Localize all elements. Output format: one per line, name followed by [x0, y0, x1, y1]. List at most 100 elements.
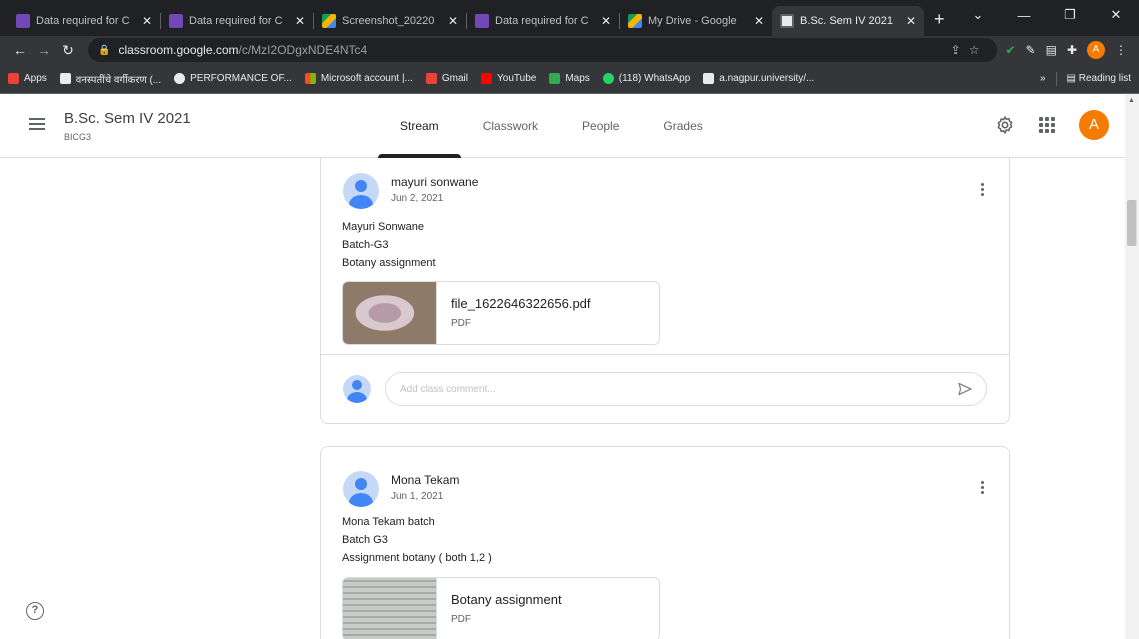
- puzzle-icon[interactable]: ✚: [1067, 43, 1077, 57]
- post-date: Jun 1, 2021: [391, 491, 444, 502]
- scrollbar-thumb[interactable]: [1127, 200, 1137, 246]
- doc-icon: [703, 73, 715, 84]
- tab-classwork[interactable]: Classwork: [461, 94, 560, 157]
- maps-icon: [549, 73, 561, 84]
- post-text-line: Batch-G3: [342, 239, 389, 251]
- close-icon[interactable]: ✕: [448, 14, 458, 28]
- more-options-icon[interactable]: [981, 481, 985, 494]
- more-options-icon[interactable]: [981, 183, 985, 196]
- attachment-type: PDF: [451, 614, 471, 625]
- bookmark-item[interactable]: PERFORMANCE OF...: [174, 73, 292, 84]
- extension-icon[interactable]: ✎: [1026, 43, 1036, 57]
- more-menu-icon[interactable]: ⋮: [1115, 43, 1127, 57]
- attachment-card[interactable]: Botany assignment PDF: [342, 577, 660, 639]
- tab-title: Data required for C: [189, 15, 283, 27]
- forms-icon: [475, 14, 489, 28]
- close-icon[interactable]: ✕: [601, 14, 611, 28]
- address-toolbar: ← → ↻ 🔒 classroom.google.com/c/MzI2ODgxN…: [0, 36, 1139, 64]
- close-icon[interactable]: ✕: [295, 14, 305, 28]
- post-text-line: Mayuri Sonwane: [342, 221, 424, 233]
- tab-title: My Drive - Google: [648, 15, 737, 27]
- tab-title: Data required for C: [495, 15, 589, 27]
- browser-tab-strip: Data required for C ✕ Data required for …: [0, 0, 1139, 36]
- tab-people[interactable]: People: [560, 94, 641, 157]
- bookmark-maps[interactable]: Maps: [549, 73, 590, 84]
- bookmark-gmail[interactable]: Gmail: [425, 73, 468, 84]
- post-text-line: Mona Tekam batch: [342, 516, 435, 528]
- extensions-area: ✔ ✎ ▤ ✚ A ⋮: [1005, 41, 1131, 59]
- tab-stream[interactable]: Stream: [378, 94, 461, 158]
- url-bar[interactable]: 🔒 classroom.google.com/c/MzI2ODgxNDE4NTc…: [88, 38, 998, 62]
- classroom-header: B.Sc. Sem IV 2021 BICG3 Stream Classwork…: [0, 94, 1139, 158]
- close-icon[interactable]: ✕: [754, 14, 764, 28]
- window-close-icon[interactable]: ✕: [1093, 7, 1139, 23]
- scroll-up-icon[interactable]: ▲: [1128, 97, 1135, 104]
- tab-grades[interactable]: Grades: [641, 94, 724, 157]
- gear-icon[interactable]: [995, 115, 1015, 135]
- attachment-title: Botany assignment: [451, 592, 562, 607]
- post-text-line: Assignment botany ( both 1,2 ): [342, 552, 492, 564]
- class-comment-input[interactable]: [385, 372, 987, 406]
- browser-tab[interactable]: My Drive - Google ✕: [620, 6, 772, 36]
- browser-tab-active[interactable]: B.Sc. Sem IV 2021 ✕: [772, 6, 924, 36]
- close-icon[interactable]: ✕: [142, 14, 152, 28]
- bookmark-youtube[interactable]: YouTube: [481, 73, 536, 84]
- new-tab-icon[interactable]: +: [934, 9, 945, 30]
- back-icon[interactable]: ←: [8, 42, 32, 58]
- tab-title: Data required for C: [36, 15, 130, 27]
- attachment-title: file_1622646322656.pdf: [451, 296, 591, 311]
- author-avatar: [343, 173, 379, 209]
- share-bookmark-icons[interactable]: ⇪☆: [951, 43, 988, 57]
- bookmark-item[interactable]: a.nagpur.university/...: [703, 73, 814, 84]
- extension-icon[interactable]: ▤: [1046, 43, 1057, 57]
- tab-search-icon[interactable]: ⌄: [955, 7, 1001, 23]
- whatsapp-icon: [602, 73, 614, 84]
- send-icon[interactable]: [957, 381, 973, 397]
- class-tabs: Stream Classwork People Grades: [378, 94, 725, 158]
- tab-title: Screenshot_20220: [342, 15, 435, 27]
- announcement-card: Mona Tekam Jun 1, 2021 Mona Tekam batch …: [320, 446, 1010, 639]
- forms-icon: [169, 14, 183, 28]
- bookmark-item[interactable]: वनस्पतींचे वर्गीकरण (...: [59, 72, 161, 86]
- browser-tab[interactable]: Data required for C ✕: [161, 6, 313, 36]
- page-scrollbar[interactable]: ▲: [1125, 94, 1139, 639]
- bookmarks-bar: Apps वनस्पतींचे वर्गीकरण (... PERFORMANC…: [0, 64, 1139, 94]
- comment-row: [321, 354, 1009, 424]
- close-icon[interactable]: ✕: [906, 14, 916, 28]
- browser-tab[interactable]: Data required for C ✕: [467, 6, 619, 36]
- lock-icon[interactable]: 🔒: [98, 45, 110, 56]
- bookmark-item[interactable]: Microsoft account |...: [304, 73, 413, 84]
- attachment-card[interactable]: file_1622646322656.pdf PDF: [342, 281, 660, 345]
- drive-icon: [628, 14, 642, 28]
- class-section: BICG3: [64, 132, 92, 142]
- bookmark-apps[interactable]: Apps: [8, 73, 47, 84]
- help-icon[interactable]: ?: [26, 602, 44, 620]
- hamburger-menu-icon[interactable]: [29, 118, 45, 130]
- profile-avatar[interactable]: A: [1087, 41, 1105, 59]
- author-avatar: [343, 471, 379, 507]
- class-title[interactable]: B.Sc. Sem IV 2021: [64, 110, 191, 127]
- reading-list-button[interactable]: ▤ Reading list: [1067, 73, 1132, 84]
- apps-grid-icon: [8, 73, 19, 84]
- reload-icon[interactable]: ↻: [56, 42, 80, 59]
- url-host: classroom.google.com: [118, 43, 239, 57]
- commenter-avatar: [343, 375, 371, 403]
- attachment-type: PDF: [451, 318, 471, 329]
- forward-icon[interactable]: →: [32, 42, 56, 58]
- attachment-thumbnail: [343, 282, 437, 344]
- microsoft-icon: [304, 73, 316, 84]
- extension-check-icon[interactable]: ✔: [1005, 43, 1015, 57]
- author-name: mayuri sonwane: [391, 175, 479, 189]
- restore-icon[interactable]: ❐: [1047, 7, 1093, 23]
- more-bookmarks-icon[interactable]: »: [1040, 73, 1046, 84]
- announcement-card: mayuri sonwane Jun 2, 2021 Mayuri Sonwan…: [320, 158, 1010, 424]
- browser-tab[interactable]: Screenshot_20220 ✕: [314, 6, 466, 36]
- globe-icon: [174, 73, 186, 84]
- bookmark-whatsapp[interactable]: (118) WhatsApp: [602, 73, 690, 84]
- google-apps-icon[interactable]: [1039, 117, 1055, 133]
- classroom-icon: [780, 14, 794, 28]
- account-avatar[interactable]: A: [1079, 110, 1109, 140]
- gmail-icon: [425, 73, 437, 84]
- browser-tab[interactable]: Data required for C ✕: [8, 6, 160, 36]
- minimize-icon[interactable]: —: [1001, 8, 1047, 23]
